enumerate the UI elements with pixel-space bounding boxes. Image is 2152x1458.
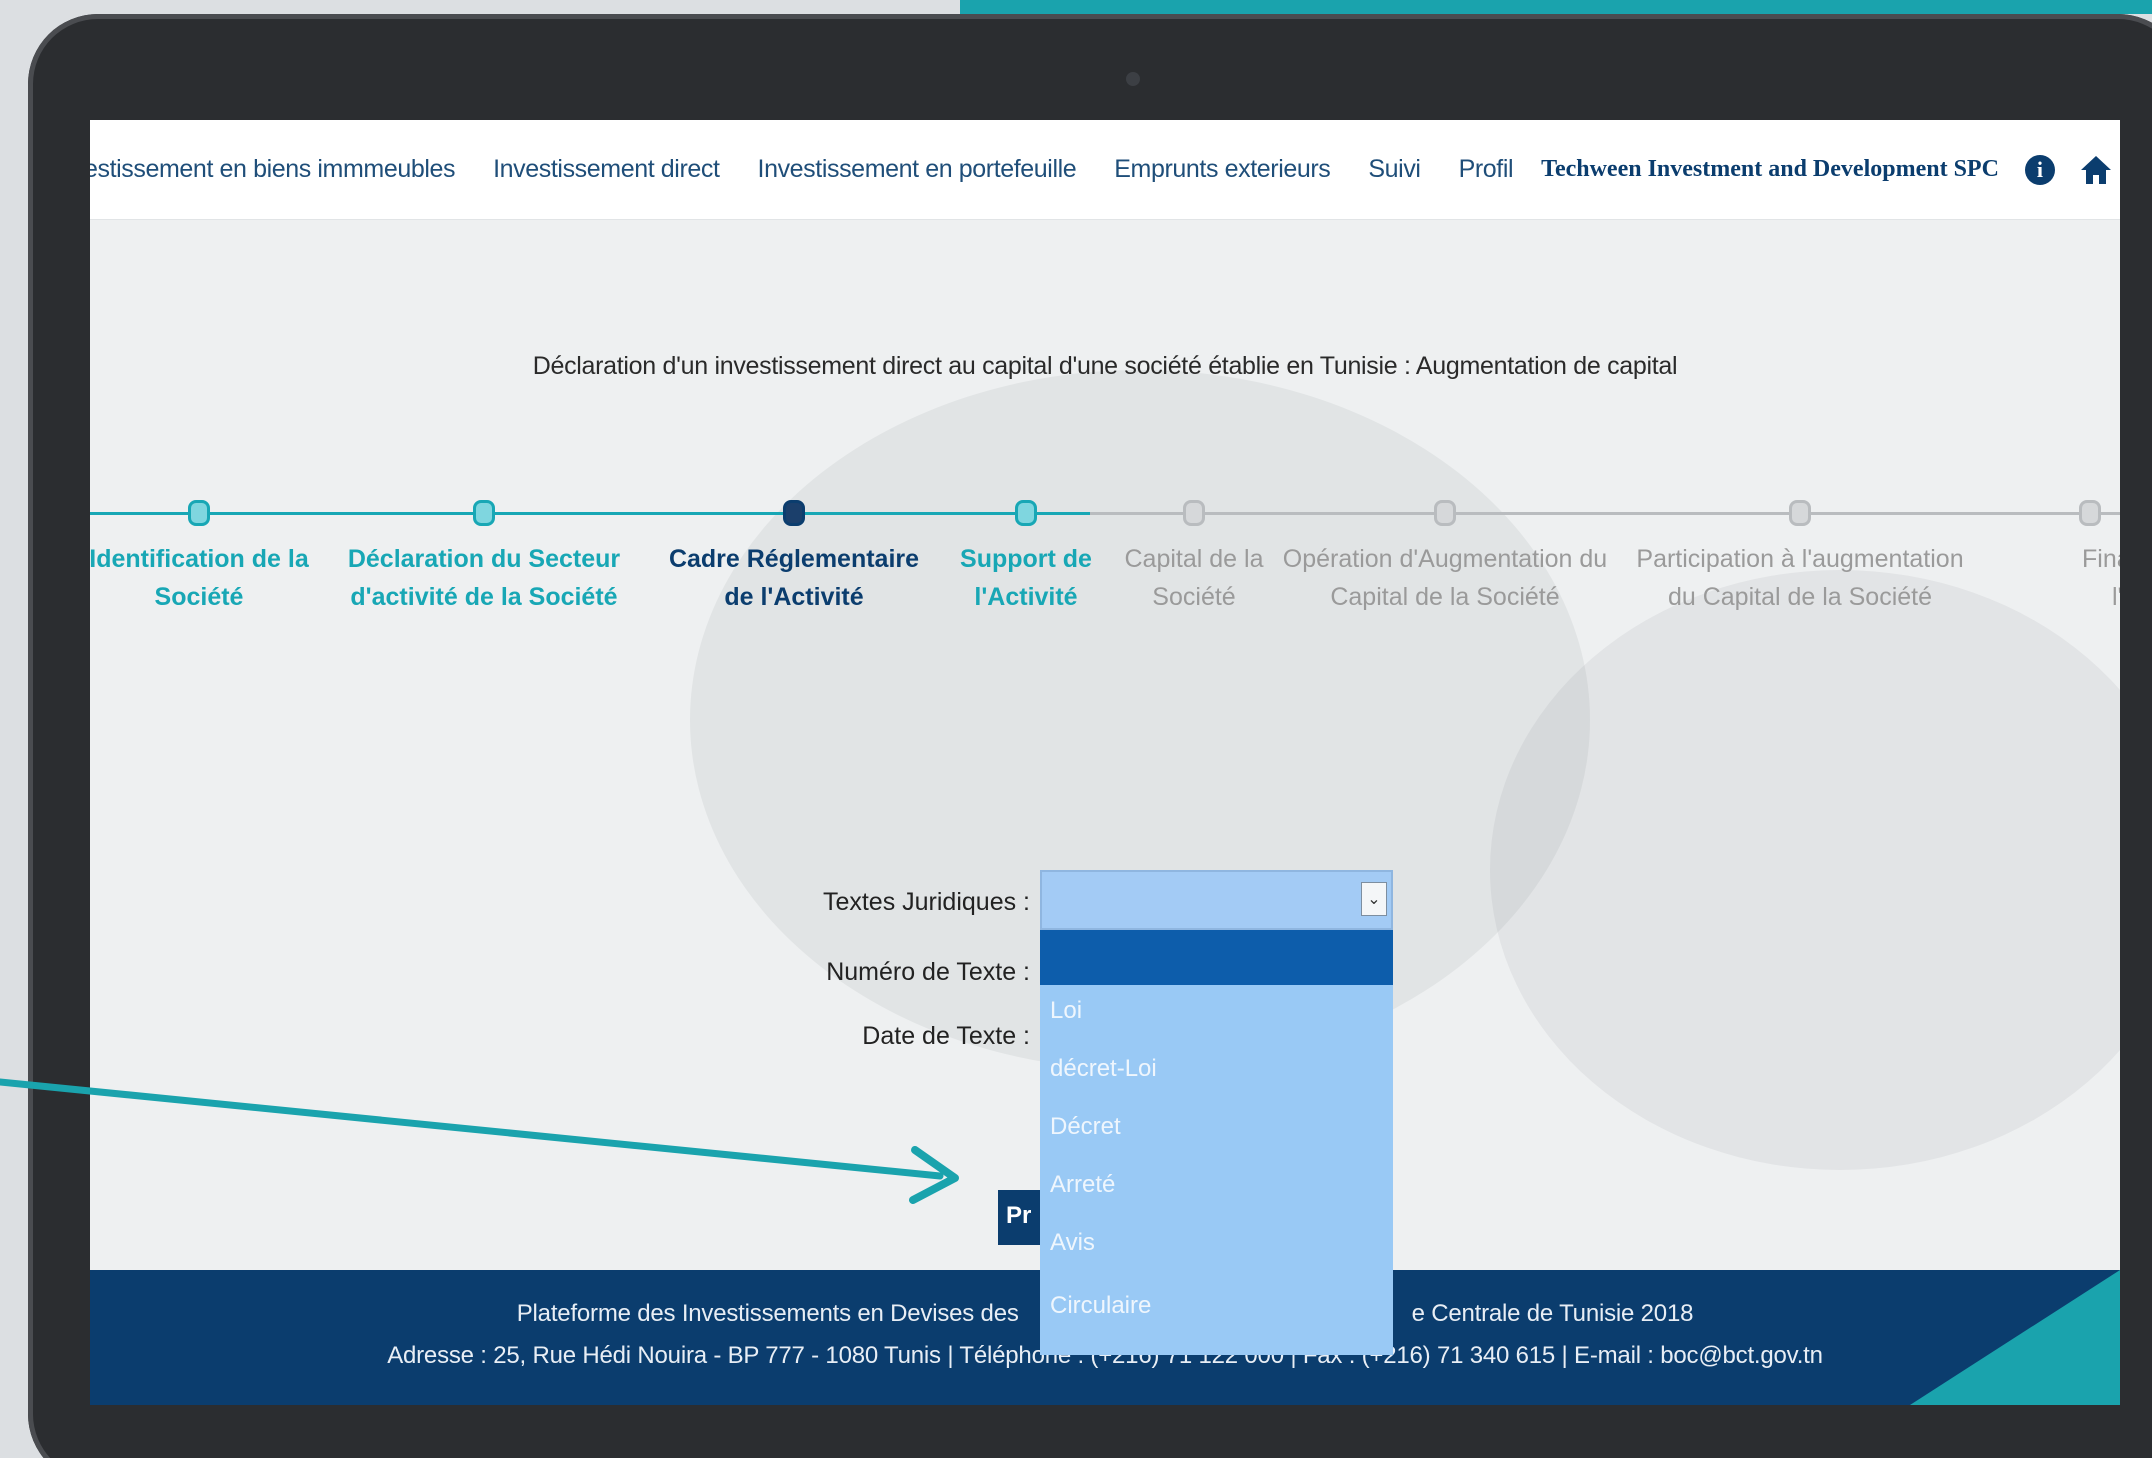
screenshot-stage: estissement en biens immmeubles Investis…: [0, 0, 2152, 1458]
annotation-arrow-icon: [0, 1078, 959, 1204]
